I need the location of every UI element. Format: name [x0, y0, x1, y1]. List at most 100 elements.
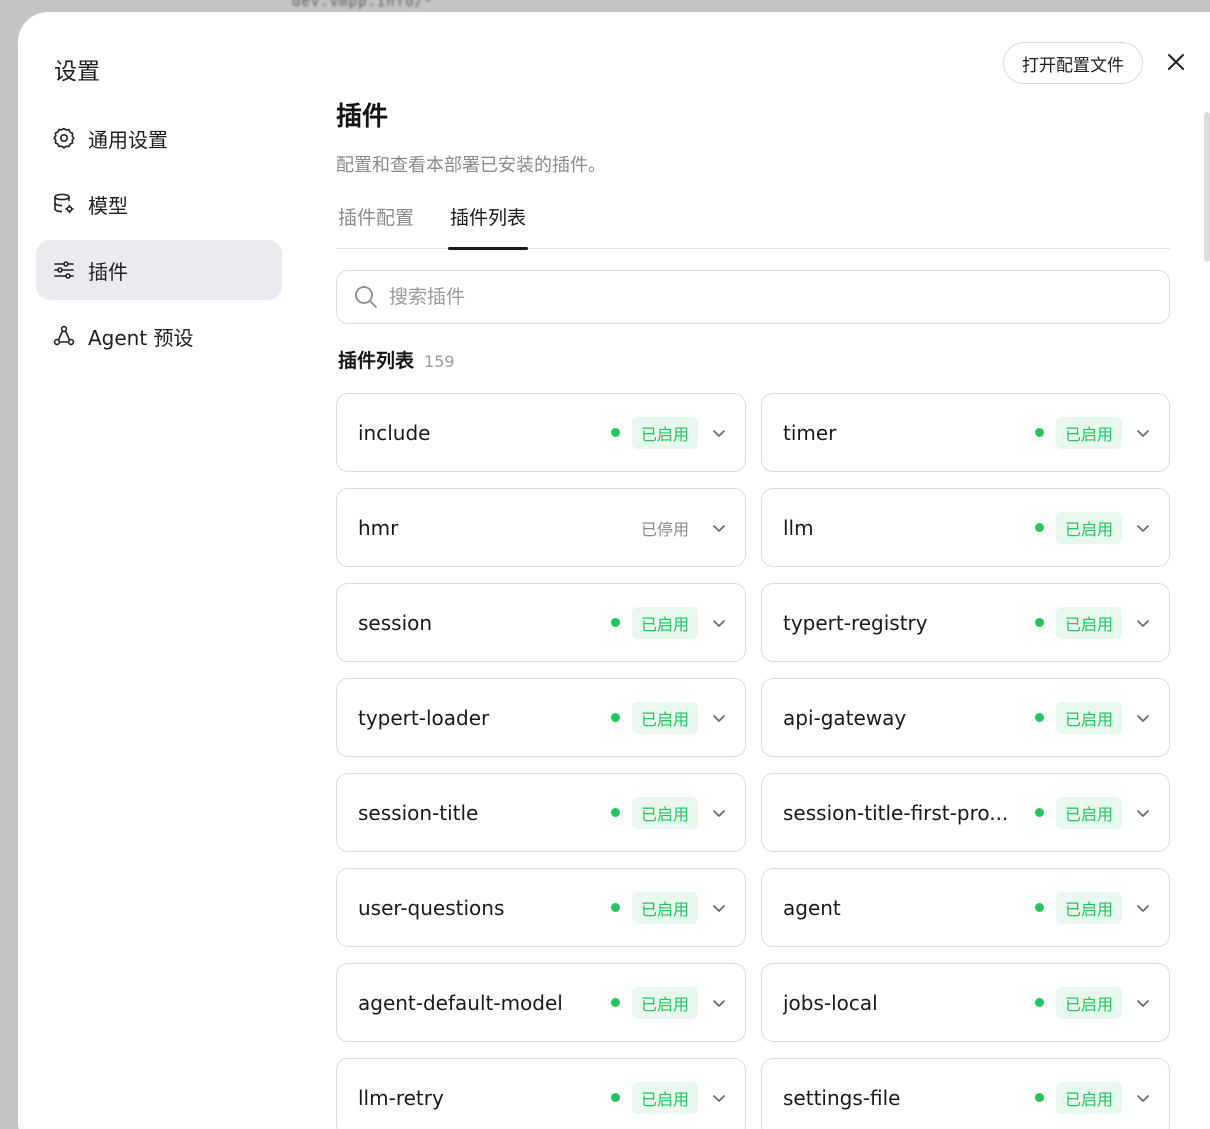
chevron-down-icon[interactable]: [711, 425, 727, 441]
chevron-down-icon[interactable]: [1135, 995, 1151, 1011]
plugin-name: session-title: [358, 800, 479, 825]
plugin-card[interactable]: settings-file 已启用: [761, 1058, 1170, 1129]
status-badge: 已启用: [1055, 416, 1122, 449]
chevron-down-icon[interactable]: [711, 710, 727, 726]
plugin-card[interactable]: user-questions 已启用: [336, 868, 746, 947]
database-settings-icon: [52, 192, 76, 216]
chevron-down-icon[interactable]: [711, 1090, 727, 1106]
sidebar-title: 设置: [54, 59, 100, 85]
chevron-down-icon[interactable]: [1135, 805, 1151, 821]
chevron-down-icon[interactable]: [1135, 425, 1151, 441]
status-dot: [610, 713, 620, 722]
status-badge: 已启用: [1055, 511, 1122, 544]
plugin-name: llm: [783, 515, 814, 540]
plugin-card[interactable]: llm 已启用: [761, 488, 1170, 567]
plugin-card[interactable]: typert-registry 已启用: [761, 583, 1170, 662]
plugin-name: agent-default-model: [358, 990, 563, 1015]
status-dot: [610, 998, 620, 1007]
tab-plugin-config[interactable]: 插件配置: [336, 205, 416, 249]
plugin-count: 159: [424, 352, 455, 371]
chevron-down-icon[interactable]: [1135, 710, 1151, 726]
sidebar-nav: 通用设置 模型 插件 Agent 预设: [36, 108, 282, 372]
tab-plugin-list[interactable]: 插件列表: [448, 205, 529, 250]
status-badge: 已启用: [1055, 796, 1122, 829]
plugin-name: settings-file: [783, 1085, 901, 1110]
open-config-file-button[interactable]: 打开配置文件: [1003, 42, 1143, 84]
status-dot: [1034, 523, 1044, 532]
sidebar-item-label: 通用设置: [88, 127, 168, 152]
plugin-card[interactable]: session-title-first-pro... 已启用: [761, 773, 1170, 852]
sidebar-item-agent-presets[interactable]: Agent 预设: [36, 306, 282, 366]
plugin-name: jobs-local: [783, 990, 878, 1015]
plugin-list-title: 插件列表: [338, 350, 415, 372]
plugin-name: typert-loader: [358, 705, 490, 730]
plugin-name: hmr: [358, 515, 399, 540]
plugin-card[interactable]: hmr 已停用: [336, 488, 746, 567]
status-badge: 已启用: [631, 891, 698, 924]
plugin-name: session: [358, 610, 433, 635]
chevron-down-icon[interactable]: [711, 805, 727, 821]
plugin-card[interactable]: session 已启用: [336, 583, 746, 662]
sidebar-item-general[interactable]: 通用设置: [36, 108, 282, 168]
chevron-down-icon[interactable]: [711, 520, 727, 536]
sidebar-item-label: 插件: [88, 259, 128, 284]
status-dot: [1034, 998, 1044, 1007]
plugin-name: user-questions: [358, 895, 505, 920]
main-panel: 插件 配置和查看本部署已安装的插件。 插件配置 插件列表 插件列表 159 in…: [336, 96, 1170, 1129]
status-dot: [610, 903, 620, 912]
status-badge: 已启用: [1055, 1081, 1122, 1114]
status-badge: 已启用: [1055, 701, 1122, 734]
plugin-name: agent: [783, 895, 841, 920]
chevron-down-icon[interactable]: [1135, 900, 1151, 916]
plugin-name: timer: [783, 420, 837, 445]
plugin-card[interactable]: agent-default-model 已启用: [336, 963, 746, 1042]
plugin-card[interactable]: api-gateway 已启用: [761, 678, 1170, 757]
plugin-card[interactable]: typert-loader 已启用: [336, 678, 746, 757]
status-badge: 已启用: [631, 701, 698, 734]
chevron-down-icon[interactable]: [711, 900, 727, 916]
sliders-icon: [52, 258, 76, 282]
chevron-down-icon[interactable]: [711, 615, 727, 631]
search-box[interactable]: [336, 270, 1170, 324]
status-dot: [1034, 618, 1044, 627]
chevron-down-icon[interactable]: [1135, 520, 1151, 536]
sidebar-item-plugins[interactable]: 插件: [36, 240, 282, 300]
status-dot: [610, 618, 620, 627]
status-badge: 已启用: [631, 986, 698, 1019]
status-badge: 已启用: [631, 796, 698, 829]
gear-icon: [52, 126, 76, 150]
status-dot: [1034, 903, 1044, 912]
plugin-name: llm-retry: [358, 1085, 444, 1110]
status-badge: 已启用: [1055, 986, 1122, 1019]
close-button[interactable]: [1164, 50, 1188, 74]
plugin-card[interactable]: session-title 已启用: [336, 773, 746, 852]
status-badge: 已启用: [631, 1081, 698, 1114]
sidebar-item-label: Agent 预设: [88, 325, 194, 350]
search-input[interactable]: [389, 277, 1169, 317]
plugin-name: include: [358, 420, 431, 445]
plugin-grid: include 已启用 timer 已启用 hmr 已停用 llm 已启用 session 已启用…: [336, 393, 1170, 1129]
plugin-card[interactable]: jobs-local 已启用: [761, 963, 1170, 1042]
plugin-name: session-title-first-pro...: [783, 800, 1009, 825]
tab-bar: 插件配置 插件列表: [336, 205, 1170, 250]
chevron-down-icon[interactable]: [1135, 615, 1151, 631]
plugin-card[interactable]: agent 已启用: [761, 868, 1170, 947]
close-icon: [1164, 50, 1188, 74]
chevron-down-icon[interactable]: [711, 995, 727, 1011]
settings-dialog: 设置 通用设置 模型 插件 Agent 预设 打开配置文件 插件 配置和查看本部…: [18, 12, 1210, 1129]
search-icon: [353, 284, 379, 310]
plugin-card[interactable]: include 已启用: [336, 393, 746, 472]
status-dot: [1034, 1093, 1044, 1102]
status-dot: [610, 428, 620, 437]
page-title: 插件: [336, 102, 389, 132]
scrollbar-thumb[interactable]: [1204, 112, 1210, 262]
sidebar-item-models[interactable]: 模型: [36, 174, 282, 234]
plugin-card[interactable]: llm-retry 已启用: [336, 1058, 746, 1129]
agent-network-icon: [52, 324, 76, 348]
page-description: 配置和查看本部署已安装的插件。: [336, 155, 606, 176]
chevron-down-icon[interactable]: [1135, 1090, 1151, 1106]
plugin-card[interactable]: timer 已启用: [761, 393, 1170, 472]
status-dot: [1034, 808, 1044, 817]
status-dot: [610, 808, 620, 817]
status-badge: 已启用: [1055, 891, 1122, 924]
